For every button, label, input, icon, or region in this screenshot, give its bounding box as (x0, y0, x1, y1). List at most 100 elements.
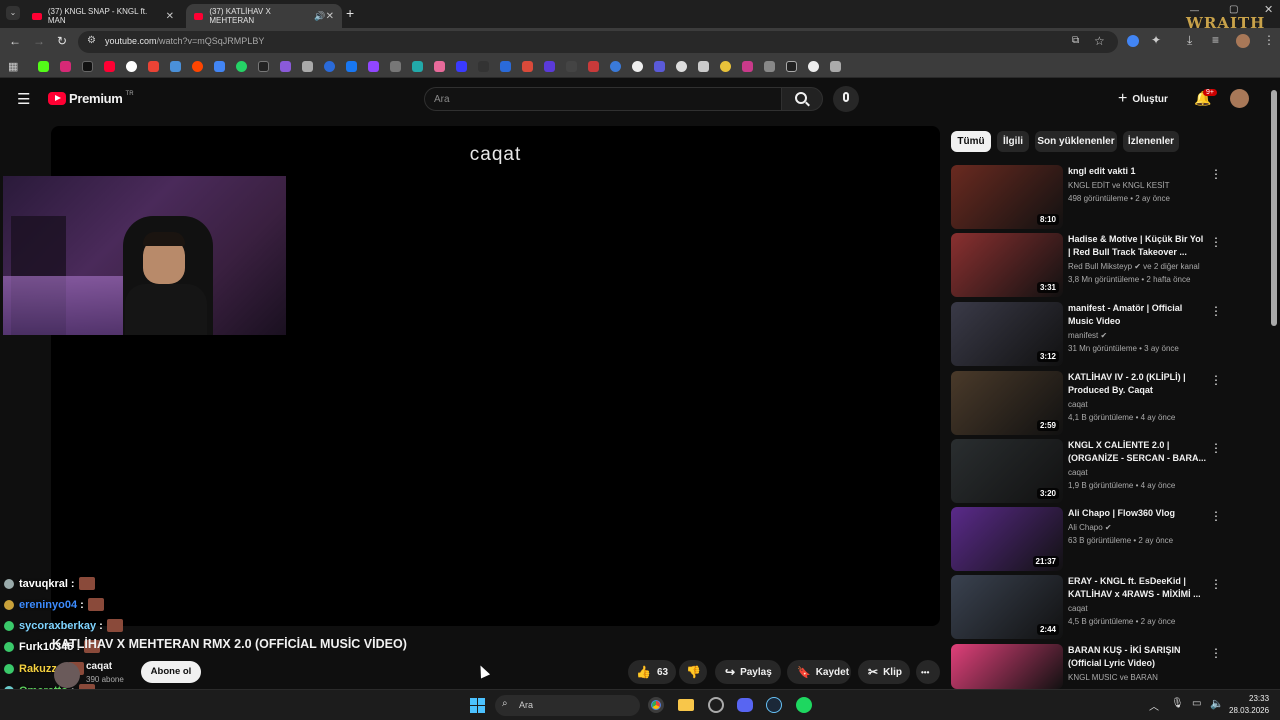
chip-related[interactable]: İlgili (997, 131, 1029, 152)
video-thumbnail[interactable]: 8:10 (951, 165, 1063, 229)
dislike-button[interactable]: 👎 (679, 660, 707, 684)
profile-avatar[interactable] (1236, 34, 1250, 48)
facebook-icon[interactable] (346, 61, 357, 72)
channel-avatar[interactable] (54, 662, 80, 688)
volume-icon[interactable]: 🔈 (1210, 697, 1224, 710)
new-tab-button[interactable]: + (346, 5, 354, 21)
bookmark-icon[interactable] (742, 61, 753, 72)
bookmark-icon[interactable] (456, 61, 467, 72)
maximize-icon[interactable]: ▢ (1229, 4, 1238, 15)
google-icon[interactable] (126, 61, 137, 72)
video-title[interactable]: Hadise & Motive | Küçük Bir Yol | Red Bu… (1068, 233, 1206, 259)
recommendation-item[interactable]: 8:10 kngl edit vakti 1 ⋮ KNGL EDİT ve KNGL … (951, 165, 1223, 229)
tab-search-dropdown[interactable]: ⌄ (6, 6, 20, 20)
translate-icon[interactable] (214, 61, 225, 72)
more-options-icon[interactable]: ⋮ (1210, 235, 1222, 249)
recommendation-item[interactable]: 3:20 KNGL X CALİENTE 2.0 | (ORGANİZE - SE… (951, 439, 1223, 503)
bookmark-icon[interactable] (412, 61, 423, 72)
speaker-icon[interactable]: 🔊 (314, 11, 325, 22)
video-thumbnail[interactable]: 21:37 (951, 507, 1063, 571)
cast-icon[interactable]: ⧉ (1072, 35, 1079, 46)
bookmark-icon[interactable] (478, 61, 489, 72)
chip-watched[interactable]: İzlenenler (1123, 131, 1179, 152)
recommendation-item[interactable]: 2:59 KATLİHAV IV - 2.0 (KLİPLİ) | Produce… (951, 371, 1223, 435)
omnibox[interactable]: ⚙ youtube.com/watch?v=mQSqJRMPLBY ⧉ ☆ (78, 31, 1118, 53)
channel-name[interactable]: caqat (1068, 468, 1088, 477)
clock-date[interactable]: 28.03.2026 (1229, 706, 1269, 715)
more-options-icon[interactable]: ⋮ (1210, 304, 1222, 318)
twitch-icon[interactable] (368, 61, 379, 72)
bookmark-icon[interactable] (280, 61, 291, 72)
video-thumbnail[interactable]: 2:59 (951, 371, 1063, 435)
bookmark-icon[interactable] (632, 61, 643, 72)
channel-name[interactable]: KNGL EDİT ve KNGL KESİT (1068, 181, 1170, 190)
reload-icon[interactable]: ↻ (57, 34, 67, 48)
channel-name[interactable]: Red Bull Miksteyp ✔ ve 2 diğer kanal (1068, 262, 1200, 271)
recommendation-item[interactable]: 3:12 manifest - Amatör | Official Music V… (951, 302, 1223, 366)
channel-name[interactable]: Ali Chapo ✔ (1068, 523, 1112, 532)
recommendation-item[interactable]: 21:37 Ali Chapo | Flow360 Vlog ⋮ Ali Chapo … (951, 507, 1223, 571)
hamburger-menu-icon[interactable]: ☰ (17, 90, 30, 108)
youtube-icon[interactable] (104, 61, 115, 72)
app-taskbar-icon[interactable] (708, 697, 724, 713)
voice-search-button[interactable] (833, 86, 859, 112)
taskbar-search-input[interactable]: ⌕ Ara (495, 695, 640, 716)
bookmark-icon[interactable] (654, 61, 665, 72)
bookmark-icon[interactable] (500, 61, 511, 72)
minimize-icon[interactable]: — (1190, 5, 1199, 15)
bookmark-icon[interactable] (830, 61, 841, 72)
like-button[interactable]: 👍 63 (628, 660, 676, 684)
channel-name[interactable]: caqat (1068, 604, 1088, 613)
video-title[interactable]: ERAY - KNGL ft. EsDeeKid | KATLİHAV x 4R… (1068, 575, 1206, 601)
channel-name[interactable]: manifest ✔ (1068, 331, 1107, 340)
bookmark-icon[interactable] (258, 61, 269, 72)
file-explorer-icon[interactable] (678, 699, 694, 711)
channel-name[interactable]: caqat (1068, 400, 1088, 409)
video-thumbnail[interactable]: 3:20 (951, 439, 1063, 503)
more-options-icon[interactable]: ⋮ (1210, 167, 1222, 181)
forward-icon[interactable]: → (33, 34, 45, 48)
video-title[interactable]: manifest - Amatör | Official Music Video (1068, 302, 1206, 328)
bookmark-icon[interactable] (698, 61, 709, 72)
bookmark-icon[interactable] (610, 61, 621, 72)
channel-name[interactable]: caqat (86, 661, 112, 672)
close-window-icon[interactable]: ✕ (1264, 3, 1273, 16)
video-thumbnail[interactable]: 3:31 (951, 233, 1063, 297)
video-title[interactable]: KNGL X CALİENTE 2.0 | (ORGANİZE - SERCAN… (1068, 439, 1206, 465)
reading-list-icon[interactable]: ≡ (1212, 33, 1219, 47)
chrome-taskbar-icon[interactable] (648, 697, 664, 713)
more-options-icon[interactable]: ⋮ (1210, 373, 1222, 387)
video-title[interactable]: BARAN KUŞ - İKİ SARIŞIN (Official Lyric … (1068, 644, 1206, 670)
bookmark-icon[interactable] (676, 61, 687, 72)
create-button[interactable]: + Oluştur (1118, 89, 1168, 109)
site-info-icon[interactable]: ⚙ (87, 35, 96, 46)
bookmark-icon[interactable] (324, 61, 335, 72)
bookmark-icon[interactable] (522, 61, 533, 72)
page-scrollbar[interactable] (1268, 78, 1280, 689)
chip-all[interactable]: Tümü (951, 131, 991, 152)
youtube-premium-logo[interactable]: Premium TR (48, 91, 134, 106)
video-title[interactable]: Ali Chapo | Flow360 Vlog (1068, 507, 1206, 520)
close-tab-icon[interactable]: ✕ (166, 11, 174, 22)
more-options-icon[interactable]: ⋮ (1210, 577, 1222, 591)
more-actions-button[interactable]: ••• (916, 660, 940, 684)
tray-chevron-icon[interactable]: ︿ (1149, 698, 1159, 713)
search-button[interactable] (781, 87, 823, 111)
clip-button[interactable]: ✂ Klip (858, 660, 910, 684)
recommendation-item[interactable]: 3:31 Hadise & Motive | Küçük Bir Yol | Re… (951, 233, 1223, 297)
windows-start-icon[interactable] (470, 698, 485, 713)
bookmark-icon[interactable] (38, 61, 49, 72)
video-thumbnail[interactable]: 2:44 (951, 575, 1063, 639)
clock-time[interactable]: 23:33 (1249, 694, 1269, 703)
bookmark-icon[interactable] (544, 61, 555, 72)
bookmark-icon[interactable] (170, 61, 181, 72)
apps-grid-icon[interactable]: ▦ (8, 60, 18, 73)
save-button[interactable]: 🔖 Kaydet (787, 660, 851, 684)
reddit-icon[interactable] (192, 61, 203, 72)
video-title[interactable]: kngl edit vakti 1 (1068, 165, 1206, 178)
downloads-icon[interactable]: ⤓ (1187, 33, 1192, 48)
more-options-icon[interactable]: ⋮ (1210, 509, 1222, 523)
video-thumbnail[interactable] (951, 644, 1063, 689)
bookmark-icon[interactable] (786, 61, 797, 72)
microphone-icon[interactable]: 🎙 (1171, 698, 1184, 709)
